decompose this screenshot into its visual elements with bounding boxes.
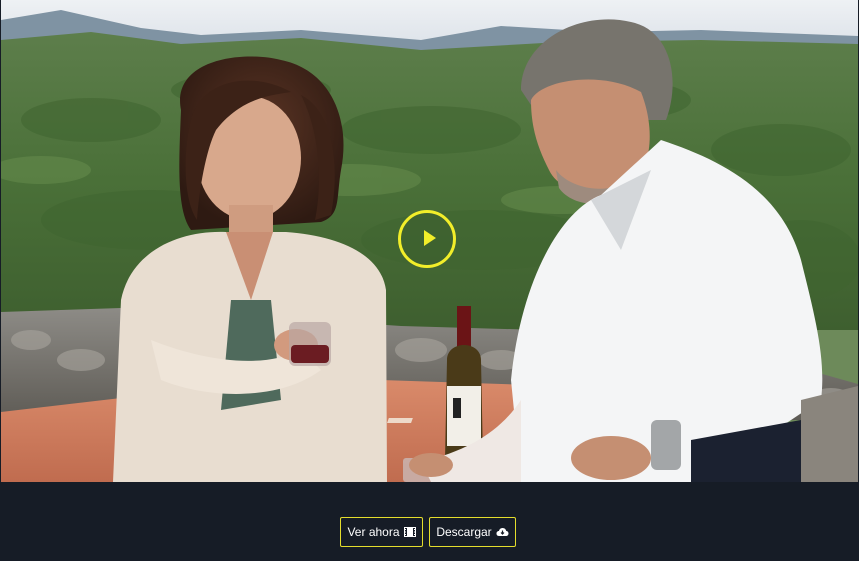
- play-icon: [424, 230, 436, 246]
- video-player-page: Ver ahora Descargar: [0, 0, 859, 561]
- download-label: Descargar: [436, 525, 492, 539]
- play-button[interactable]: [398, 210, 456, 268]
- video-player[interactable]: [1, 0, 858, 482]
- download-button[interactable]: Descargar: [429, 517, 516, 547]
- player-actions-bar: Ver ahora Descargar: [0, 482, 859, 561]
- watch-now-button[interactable]: Ver ahora: [340, 517, 423, 547]
- cloud-download-icon: [496, 527, 509, 537]
- film-icon: [403, 527, 416, 537]
- watch-now-label: Ver ahora: [347, 525, 400, 539]
